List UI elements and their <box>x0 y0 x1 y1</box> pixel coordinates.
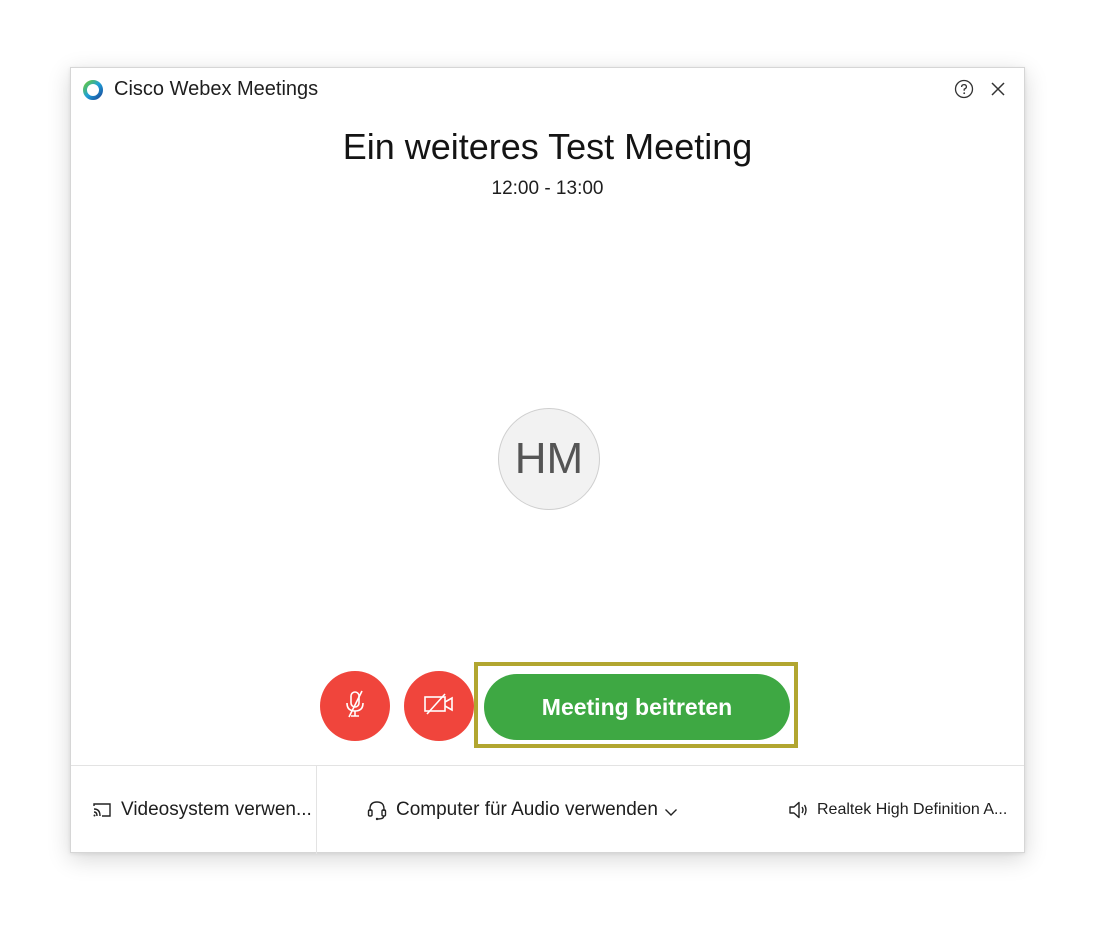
avatar: HM <box>498 408 600 510</box>
meeting-time: 12:00 - 13:00 <box>491 178 604 199</box>
speaker-select-button[interactable]: Realtek High Definition A... <box>787 796 1007 824</box>
help-icon[interactable] <box>954 79 974 99</box>
webex-window: Cisco Webex Meetings Ein weiteres Test M… <box>70 67 1025 854</box>
speaker-icon <box>787 799 809 821</box>
join-meeting-button[interactable]: Meeting beitreten <box>484 674 790 740</box>
chevron-down-icon <box>664 803 678 817</box>
camera-off-icon <box>423 692 455 721</box>
video-toggle-button[interactable] <box>404 671 474 741</box>
audio-select-dropdown[interactable]: Computer für Audio verwenden <box>366 796 678 824</box>
footer-divider <box>316 766 317 854</box>
mute-button[interactable] <box>320 671 390 741</box>
headset-icon <box>366 799 388 821</box>
cast-screen-icon <box>91 799 113 821</box>
webex-logo-icon <box>83 80 103 100</box>
footer-bar: Videosystem verwen... Computer für Audio… <box>71 765 1024 854</box>
speaker-label: Realtek High Definition A... <box>817 801 1008 818</box>
video-system-button[interactable]: Videosystem verwen... <box>91 796 312 824</box>
title-bar: Cisco Webex Meetings <box>71 68 1024 112</box>
audio-select-label: Computer für Audio verwenden <box>396 799 658 820</box>
microphone-muted-icon <box>342 689 368 724</box>
app-title: Cisco Webex Meetings <box>114 78 319 100</box>
close-icon[interactable] <box>988 79 1008 99</box>
meeting-title: Ein weiteres Test Meeting <box>342 126 753 167</box>
video-system-label: Videosystem verwen... <box>121 799 312 820</box>
